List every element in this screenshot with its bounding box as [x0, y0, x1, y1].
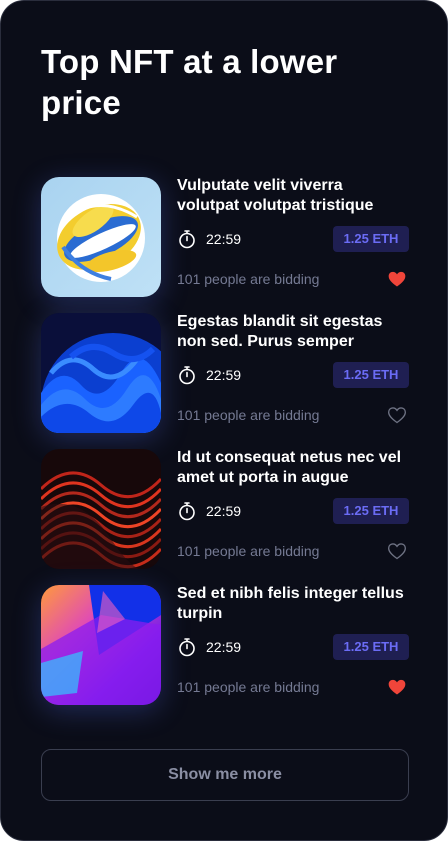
countdown: 22:59: [177, 635, 241, 659]
bidders-count: 101 people are bidding: [177, 543, 320, 559]
countdown-time: 22:59: [206, 639, 242, 655]
nft-title[interactable]: Egestas blandit sit egestas non sed. Pur…: [177, 312, 409, 352]
nft-thumbnail-yellow-blue-swirl[interactable]: [41, 177, 161, 297]
blue-wave-sphere-icon: [41, 313, 161, 433]
countdown-time: 22:59: [206, 367, 242, 383]
price-badge: 1.25 ETH: [333, 498, 409, 524]
nft-title[interactable]: Vulputate velit viverra volutpat volutpa…: [177, 176, 409, 216]
red-black-wave-lines-icon: [41, 449, 161, 569]
nft-list-item[interactable]: Id ut consequat netus nec vel amet ut po…: [41, 449, 409, 569]
countdown: 22:59: [177, 227, 241, 251]
price-badge: 1.25 ETH: [333, 634, 409, 660]
heart-outline-icon[interactable]: [387, 541, 407, 561]
stopwatch-icon: [179, 366, 195, 385]
bidders-count: 101 people are bidding: [177, 679, 320, 695]
countdown-time: 22:59: [206, 231, 242, 247]
heart-outline-icon[interactable]: [387, 405, 407, 425]
nft-thumbnail-red-waves[interactable]: [41, 449, 161, 569]
price-badge: 1.25 ETH: [333, 362, 409, 388]
heart-filled-icon[interactable]: [387, 677, 407, 697]
yellow-blue-swirl-sphere-icon: [41, 177, 161, 297]
bidders-count: 101 people are bidding: [177, 407, 320, 423]
nft-title[interactable]: Id ut consequat netus nec vel amet ut po…: [177, 448, 409, 488]
stopwatch-icon: [179, 638, 195, 657]
stopwatch-icon: [179, 230, 195, 249]
nft-list-item[interactable]: Vulputate velit viverra volutpat volutpa…: [41, 177, 409, 297]
price-badge: 1.25 ETH: [333, 226, 409, 252]
nft-card: Top NFT at a lower price Vulputate velit…: [0, 0, 448, 841]
purple-gradient-abstract-icon: [41, 585, 161, 705]
nft-list-item[interactable]: Sed et nibh felis integer tellus turpin …: [41, 585, 409, 705]
show-more-button[interactable]: Show me more: [41, 749, 409, 801]
nft-list-item[interactable]: Egestas blandit sit egestas non sed. Pur…: [41, 313, 409, 433]
bidders-count: 101 people are bidding: [177, 271, 320, 287]
nft-title[interactable]: Sed et nibh felis integer tellus turpin: [177, 584, 409, 624]
nft-thumbnail-purple-gradient[interactable]: [41, 585, 161, 705]
countdown-time: 22:59: [206, 503, 242, 519]
stopwatch-icon: [179, 502, 195, 521]
countdown: 22:59: [177, 363, 241, 387]
nft-thumbnail-blue-wave[interactable]: [41, 313, 161, 433]
page-title: Top NFT at a lower price: [41, 43, 338, 121]
countdown: 22:59: [177, 499, 241, 523]
heart-filled-icon[interactable]: [387, 269, 407, 289]
